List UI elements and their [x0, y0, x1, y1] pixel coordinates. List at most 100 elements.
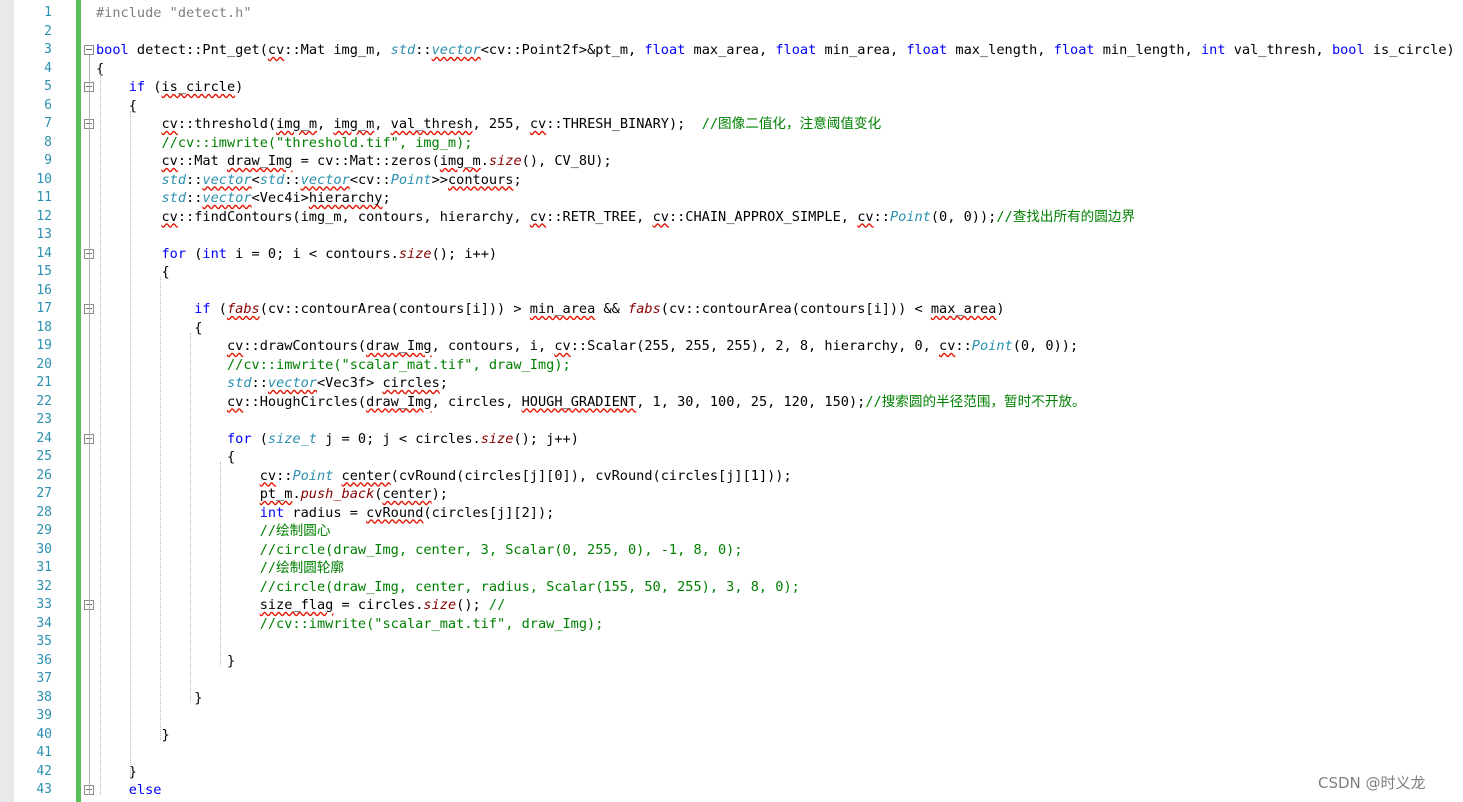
- line-number: 1: [44, 5, 52, 20]
- code-token: }: [96, 726, 170, 743]
- code-token: std: [161, 190, 187, 206]
- code-token: std: [259, 171, 285, 188]
- code-token: ::Scalar(255, 255, 255), 2, 8, hierarchy…: [570, 338, 940, 354]
- line-number: 16: [36, 282, 52, 298]
- code-token: else: [128, 782, 162, 798]
- code-token: ::RETR_TREE,: [546, 208, 653, 225]
- line-number: 3: [44, 42, 52, 57]
- code-line[interactable]: {: [96, 319, 202, 337]
- code-line[interactable]: //cv::imwrite("scalar_mat.tif", draw_Img…: [96, 615, 604, 633]
- code-line[interactable]: cv::drawContours(draw_Img, contours, i, …: [96, 337, 1078, 355]
- code-line[interactable]: if (is_circle): [96, 78, 244, 96]
- code-token: int: [202, 245, 227, 262]
- code-line[interactable]: for (size_t j = 0; j < circles.size(); j…: [96, 430, 579, 448]
- code-token: , 1, 30, 100, 25, 120, 150);: [636, 393, 866, 410]
- code-token: vector: [202, 171, 252, 188]
- code-token: size: [488, 153, 522, 169]
- code-token: HOUGH_GRADIENT: [521, 393, 637, 410]
- code-token: cv: [259, 467, 277, 484]
- code-token: if: [128, 79, 146, 95]
- code-token: //查找出所有的圆边界: [996, 208, 1136, 225]
- line-number: 32: [36, 578, 52, 594]
- code-line[interactable]: bool detect::Pnt_get(cv::Mat img_m, std:…: [96, 41, 1455, 59]
- code-line[interactable]: for (int i = 0; i < contours.size(); i++…: [96, 245, 497, 263]
- code-token: min_length,: [1094, 42, 1201, 58]
- line-number: 40: [36, 726, 52, 742]
- code-line[interactable]: cv::HoughCircles(draw_Img, circles, HOUG…: [96, 393, 1086, 411]
- line-number: 23: [36, 412, 52, 427]
- code-line[interactable]: cv::threshold(img_m, img_m, val_thresh, …: [96, 115, 881, 133]
- code-line[interactable]: //cv::imwrite("scalar_mat.tif", draw_Img…: [96, 356, 571, 374]
- code-line[interactable]: }: [96, 726, 170, 744]
- code-token: ): [996, 301, 1005, 317]
- code-token: ::threshold(: [177, 116, 277, 132]
- code-line[interactable]: size_flag = circles.size(); //: [96, 596, 506, 614]
- code-token: detect::Pnt_get(: [128, 42, 268, 58]
- code-line[interactable]: else: [96, 781, 162, 799]
- code-token: fabs: [226, 301, 260, 317]
- line-number: 25: [36, 449, 52, 464]
- code-token: ::Mat img_m,: [284, 42, 391, 58]
- code-line[interactable]: //circle(draw_Img, center, 3, Scalar(0, …: [96, 541, 743, 559]
- code-line[interactable]: pt_m.push_back(center);: [96, 485, 448, 503]
- code-line[interactable]: cv::Mat draw_Img = cv::Mat::zeros(img_m.…: [96, 152, 611, 170]
- code-line[interactable]: if (fabs(cv::contourArea(contours[i])) >…: [96, 300, 1005, 318]
- code-token: float: [1053, 42, 1095, 58]
- code-token: //图像二值化，注意阈值变化: [701, 116, 882, 132]
- code-line[interactable]: std::vector<Vec4i>hierarchy;: [96, 189, 390, 207]
- code-token: cvRound: [366, 504, 424, 521]
- code-token: , contours, i,: [431, 338, 555, 354]
- code-line[interactable]: #include "detect.h": [96, 4, 252, 22]
- code-token: i = 0; i < contours.: [226, 245, 399, 262]
- code-line[interactable]: cv::findContours(img_m, contours, hierar…: [96, 208, 1135, 226]
- line-number: 17: [36, 301, 52, 316]
- code-token: ): [235, 79, 244, 95]
- code-token: vector: [431, 42, 481, 58]
- code-line[interactable]: {: [96, 263, 169, 281]
- code-token: ::: [186, 190, 203, 206]
- code-token: center: [382, 486, 432, 502]
- code-token: {: [96, 449, 236, 465]
- code-token: draw_Img: [366, 338, 432, 354]
- outline-line: [89, 55, 90, 795]
- code-line[interactable]: {: [96, 448, 235, 466]
- code-line[interactable]: std::vector<Vec3f> circles;: [96, 374, 448, 392]
- code-token: ::Mat: [177, 153, 227, 169]
- line-number: 15: [36, 264, 52, 279]
- code-line[interactable]: //cv::imwrite("threshold.tif", img_m);: [96, 134, 472, 152]
- code-token: std: [161, 171, 187, 188]
- code-line[interactable]: int radius = cvRound(circles[j][2]);: [96, 504, 555, 522]
- code-line[interactable]: }: [96, 689, 202, 707]
- code-token: draw_Img: [226, 153, 293, 169]
- line-number: 37: [36, 671, 52, 686]
- outline-line: [160, 277, 161, 740]
- code-token: .: [480, 153, 489, 169]
- collapse-toggle-icon[interactable]: [84, 45, 94, 55]
- code-token: ,: [317, 116, 334, 132]
- code-token: (cv::contourArea(contours[i])) <: [660, 301, 931, 317]
- code-line[interactable]: cv::Point center(cvRound(circles[j][0]),…: [96, 467, 792, 485]
- code-line[interactable]: std::vector<std::vector<cv::Point>>conto…: [96, 171, 521, 189]
- code-token: //: [488, 597, 506, 613]
- outline-line: [130, 110, 131, 777]
- line-number: 43: [36, 782, 52, 797]
- code-line[interactable]: //绘制圆心: [96, 522, 331, 540]
- code-token: img_m: [333, 116, 375, 132]
- code-token: fabs: [628, 301, 661, 317]
- code-token: Point: [971, 338, 1013, 354]
- code-line[interactable]: //circle(draw_Img, center, radius, Scala…: [96, 578, 800, 596]
- line-number: 20: [36, 356, 52, 372]
- code-token: <: [251, 171, 260, 188]
- code-line[interactable]: }: [96, 652, 235, 670]
- code-token: std: [226, 375, 252, 391]
